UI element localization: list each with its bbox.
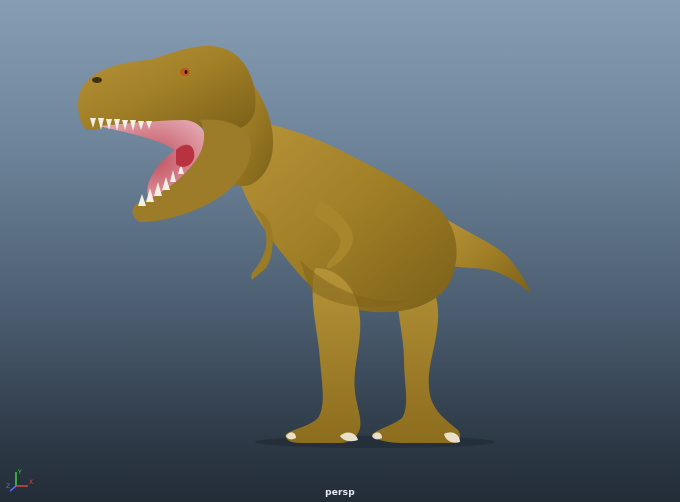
eye-pupil xyxy=(184,70,188,74)
3d-viewport[interactable]: Y X Z persp xyxy=(0,0,680,502)
y-axis-label: Y xyxy=(17,469,22,476)
x-axis-label: X xyxy=(29,479,33,486)
camera-label: persp xyxy=(325,488,355,498)
nostril xyxy=(92,77,102,83)
head xyxy=(78,45,256,131)
trex-model[interactable] xyxy=(0,0,680,502)
